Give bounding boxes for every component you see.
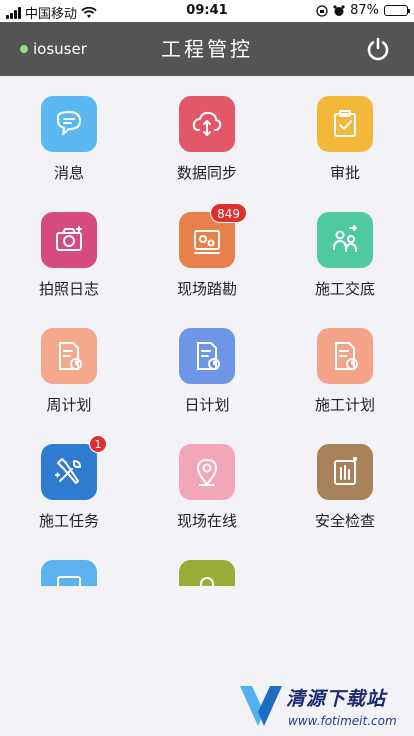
tile-label: 安全检查: [314, 512, 375, 530]
safety-check-icon[interactable]: [317, 444, 373, 500]
battery-icon: [384, 5, 410, 16]
location-pin-icon[interactable]: [179, 444, 235, 500]
tile-label: 施工交底: [314, 280, 375, 298]
watermark-logo-icon: [240, 686, 282, 726]
chat-icon[interactable]: [41, 96, 97, 152]
tile-plan-doc-6[interactable]: 周计划: [0, 308, 138, 424]
tile-camera-3[interactable]: 拍照日志: [0, 192, 138, 308]
watermark-url: www.fotimeit.com: [288, 714, 397, 728]
tile-chat-0[interactable]: 消息: [0, 76, 138, 192]
notification-badge: 1: [89, 435, 107, 453]
battery-percent: 87%: [350, 3, 379, 18]
tile-label: 数据同步: [176, 164, 237, 182]
survey-icon[interactable]: 849: [179, 203, 247, 268]
tile-label: 拍照日志: [38, 280, 99, 298]
tile-survey-4[interactable]: 849 现场踏勘: [138, 192, 276, 308]
tile-plan-doc-7[interactable]: 日计划: [138, 308, 276, 424]
tile-label: 施工计划: [314, 396, 375, 414]
tile-label: 审批: [329, 164, 360, 182]
tile-handover-5[interactable]: 施工交底: [276, 192, 414, 308]
tile-label: 消息: [53, 164, 84, 182]
tile-clipboard-check-2[interactable]: 审批: [276, 76, 414, 192]
app-header: iosuser 工程管控: [0, 22, 414, 76]
tile-cloud-sync-1[interactable]: 数据同步: [138, 76, 276, 192]
tile-partial-13[interactable]: [138, 540, 276, 586]
camera-icon[interactable]: [41, 212, 97, 268]
tile-location-pin-10[interactable]: 现场在线: [138, 424, 276, 540]
alarm-icon: [333, 4, 345, 16]
tile-partial-12[interactable]: [0, 540, 138, 586]
function-grid: 消息 数据同步 审批拍照日志 849 现场踏勘 施工交底周计划 日计划 施工计划 1 施工任务 现场…: [0, 76, 414, 586]
tile-tools-9[interactable]: 1 施工任务: [0, 424, 138, 540]
page-title: 工程管控: [161, 37, 253, 61]
tile-label: 现场在线: [176, 512, 237, 530]
status-right: 87%: [316, 3, 410, 18]
cloud-sync-icon[interactable]: [179, 96, 235, 152]
power-icon[interactable]: [366, 37, 390, 61]
watermark-title: 清源下载站: [286, 688, 387, 710]
handover-icon[interactable]: [317, 212, 373, 268]
tile-label: 施工任务: [38, 512, 99, 530]
tile-plan-doc-8[interactable]: 施工计划: [276, 308, 414, 424]
partial-green-icon[interactable]: [179, 560, 235, 586]
plan-doc-icon[interactable]: [41, 328, 97, 384]
watermark: 清源下载站 www.fotimeit.com: [238, 680, 397, 734]
tile-label: 周计划: [46, 396, 92, 414]
tile-label: 现场踏勘: [176, 280, 237, 298]
notification-badge: 849: [210, 203, 247, 223]
plan-doc-icon[interactable]: [179, 328, 235, 384]
partial-blue-icon[interactable]: [41, 560, 97, 586]
tile-label: 日计划: [184, 396, 230, 414]
clipboard-check-icon[interactable]: [317, 96, 373, 152]
rotation-lock-icon: [316, 4, 328, 17]
tile-safety-check-11[interactable]: 安全检查: [276, 424, 414, 540]
status-bar: 中国移动 09:41 87%: [0, 0, 414, 22]
plan-doc-icon[interactable]: [317, 328, 373, 384]
tools-icon[interactable]: 1: [41, 435, 107, 500]
